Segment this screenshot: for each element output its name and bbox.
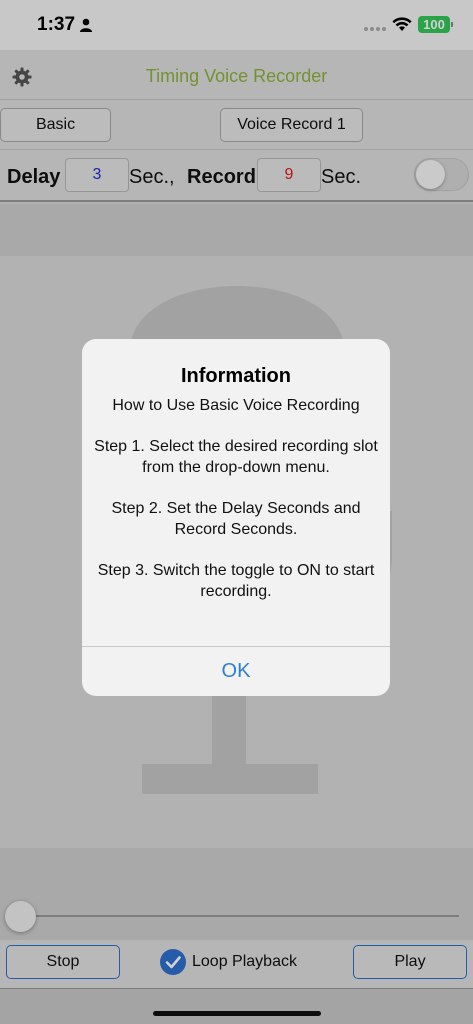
dialog-step-3: Step 3. Switch the toggle to ON to start… [97, 562, 375, 600]
ok-button[interactable]: OK [82, 647, 390, 696]
dialog-title: Information [181, 365, 291, 387]
dialog-step-2: Step 2. Set the Delay Seconds and Record… [111, 500, 361, 538]
dialog-subtitle: How to Use Basic Voice Recording [112, 397, 360, 414]
information-dialog: Information How to Use Basic Voice Recor… [82, 339, 390, 696]
dialog-message: How to Use Basic Voice Recording Step 1.… [94, 395, 378, 602]
dialog-step-1: Step 1. Select the desired recording slo… [94, 438, 378, 476]
